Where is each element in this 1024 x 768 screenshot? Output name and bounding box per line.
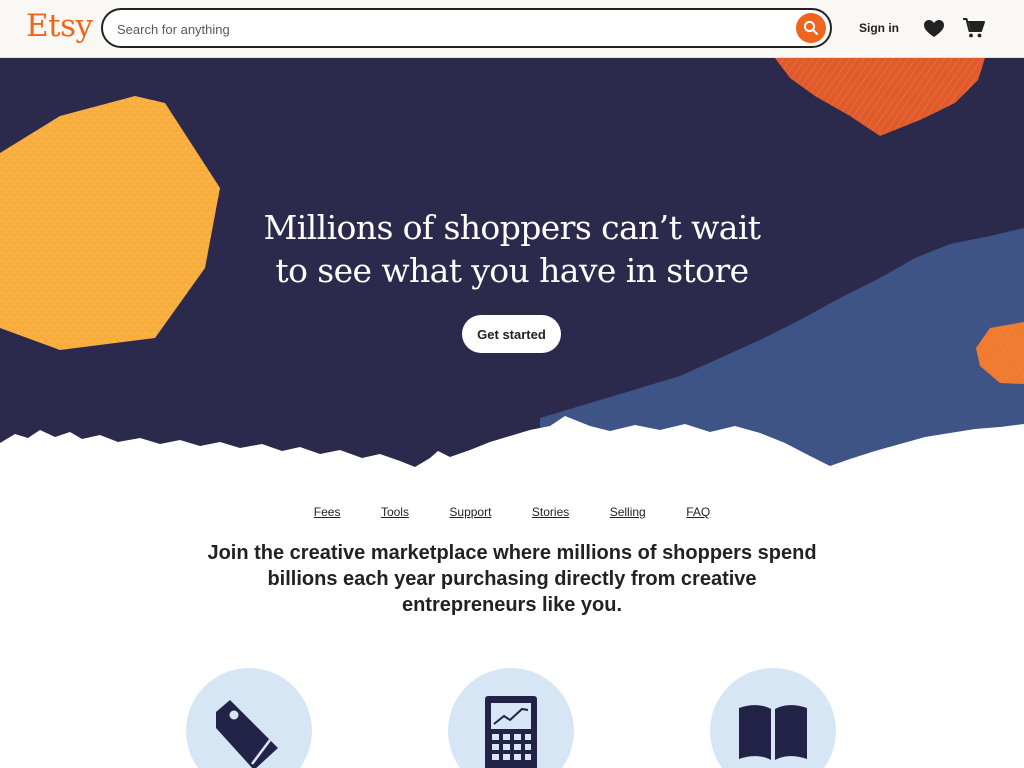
etsy-logo[interactable]: Etsy (26, 8, 93, 44)
subnav-faq-link[interactable]: FAQ (686, 505, 710, 519)
subnav-stories-link[interactable]: Stories (532, 505, 569, 519)
sign-in-link[interactable]: Sign in (859, 21, 899, 35)
cart-icon[interactable] (962, 17, 986, 39)
search-input[interactable] (117, 19, 777, 39)
feature-circle-tools (448, 668, 574, 768)
intro-paragraph: Join the creative marketplace where mill… (207, 542, 817, 616)
get-started-button[interactable]: Get started (462, 315, 561, 353)
feature-circle-support (710, 668, 836, 768)
search-bar (101, 8, 832, 48)
hero-title-line-2: to see what you have in store (275, 251, 749, 290)
hero-title: Millions of shoppers can’t wait to see w… (0, 206, 1024, 292)
subnav-fees-link[interactable]: Fees (314, 505, 341, 519)
search-button[interactable] (796, 13, 826, 43)
subnav-tools-link[interactable]: Tools (381, 505, 409, 519)
search-icon (803, 20, 819, 36)
subnav-support-link[interactable]: Support (449, 505, 491, 519)
hero-banner: Millions of shoppers can’t wait to see w… (0, 58, 1024, 488)
heart-icon[interactable] (923, 19, 945, 39)
seller-subnav: Fees Tools Support Stories Selling FAQ (0, 503, 1024, 521)
calculator-icon (485, 696, 537, 768)
site-header: Etsy Sign in (0, 0, 1024, 58)
feature-circle-fees (186, 668, 312, 768)
book-icon (739, 705, 807, 760)
hero-title-line-1: Millions of shoppers can’t wait (263, 208, 762, 247)
subnav-selling-link[interactable]: Selling (610, 505, 646, 519)
price-tag-icon (216, 700, 278, 768)
